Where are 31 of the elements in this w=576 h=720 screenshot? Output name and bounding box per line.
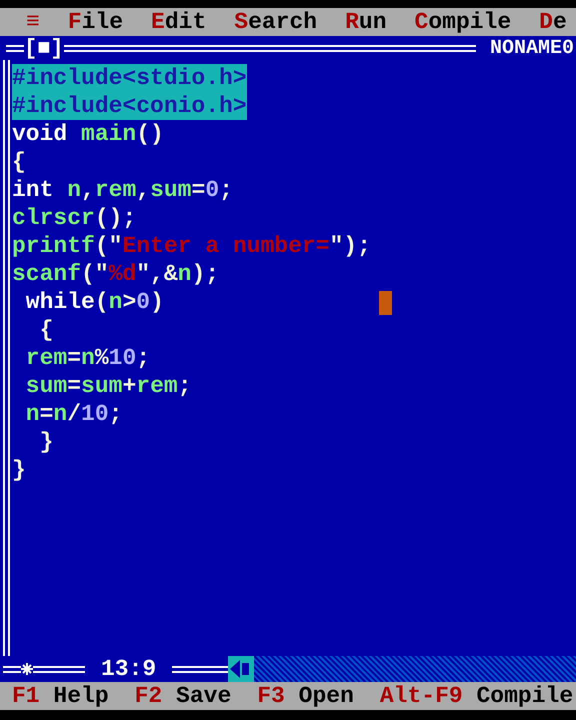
close-box[interactable]: [■] — [24, 36, 64, 60]
code-line: n=n/10; — [24, 400, 122, 428]
code-line: { — [38, 316, 54, 344]
frame-corner — [6, 44, 24, 52]
frame-corner — [3, 666, 21, 672]
cursor-position: 13:9 — [100, 656, 158, 682]
menu-item[interactable]: Edit — [151, 9, 206, 35]
shortcut-hint[interactable]: Alt-F9 Compile — [380, 683, 574, 709]
code-line: { — [12, 148, 26, 176]
scroll-left-icon[interactable] — [228, 656, 254, 682]
code-line: } — [38, 428, 54, 456]
shortcut-hint[interactable]: F2 Save — [134, 683, 232, 709]
code-line: void main() — [12, 120, 164, 148]
code-line: sum=sum+rem; — [24, 372, 192, 400]
code-line: while(n>0) — [24, 288, 164, 316]
resize-corner-icon[interactable] — [21, 663, 33, 675]
menu-item[interactable]: De — [539, 9, 567, 35]
menu-item[interactable]: Run — [345, 9, 387, 35]
code-line: clrscr(); — [12, 204, 136, 232]
menu-item[interactable]: Compile — [414, 9, 512, 35]
menu-item[interactable]: File — [68, 9, 124, 35]
horizontal-scrollbar[interactable] — [228, 656, 576, 682]
code-line: rem=n%10; — [24, 344, 150, 372]
shortcut-hint[interactable]: F1 Help — [12, 683, 109, 709]
menu-item[interactable]: Search — [234, 9, 318, 35]
code-line: scanf("%d",&n); — [12, 260, 220, 288]
shortcut-hint[interactable]: F3 Open — [257, 683, 354, 709]
window-title: NONAME0 — [488, 36, 575, 60]
code-line: int n,rem,sum=0; — [12, 176, 233, 204]
code-line: } — [12, 456, 26, 484]
code-line: printf("Enter a number="); — [12, 232, 371, 260]
